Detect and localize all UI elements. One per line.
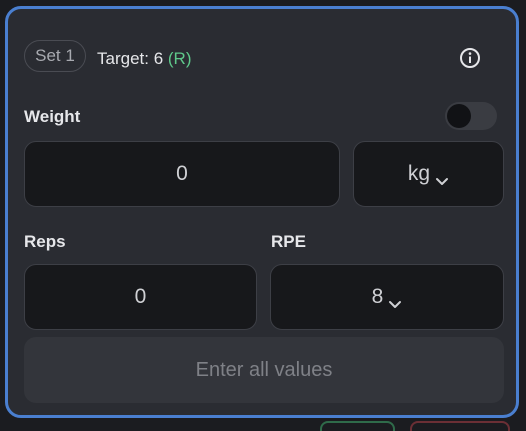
info-icon[interactable] (459, 47, 481, 69)
weight-unit-select[interactable]: kg (353, 141, 504, 207)
enter-values-button[interactable]: Enter all values (24, 337, 504, 403)
rpe-label: RPE (271, 232, 306, 251)
bottom-button-peek-green (320, 421, 395, 431)
target-label: Target: 6 (R) (97, 49, 192, 69)
target-text: Target: 6 (97, 49, 164, 68)
weight-label: Weight (24, 107, 81, 126)
weight-unit-value: kg (407, 162, 431, 185)
rpe-select[interactable]: 8 (270, 264, 504, 330)
weight-value: 0 (176, 162, 188, 185)
bottom-button-peek-red (410, 421, 510, 431)
weight-input[interactable]: 0 (24, 141, 340, 207)
reps-label: Reps (24, 232, 66, 251)
set-entry-card: Set 1 Target: 6 (R) Weight 0 kg Reps RPE… (5, 6, 519, 418)
chevron-down-icon (388, 292, 402, 308)
weight-toggle[interactable] (445, 102, 497, 130)
target-suffix: (R) (167, 49, 192, 68)
chevron-down-icon (435, 169, 449, 185)
reps-value: 0 (134, 285, 147, 308)
toggle-knob (447, 104, 471, 128)
rpe-value: 8 (371, 285, 384, 308)
reps-input[interactable]: 0 (24, 264, 257, 330)
set-badge: Set 1 (24, 40, 86, 72)
